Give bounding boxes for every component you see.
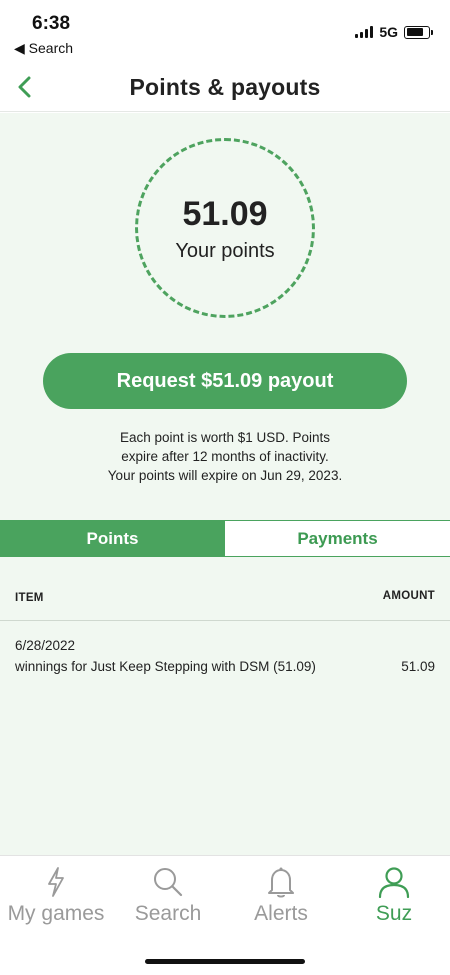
lightning-icon — [0, 864, 112, 900]
nav-item-my-games[interactable]: My games — [0, 864, 112, 926]
info-line: expire after 12 months of inactivity. — [121, 449, 329, 464]
main-content: 51.09 Your points Request $51.09 payout … — [0, 113, 450, 855]
home-indicator[interactable] — [145, 959, 305, 964]
bell-icon — [225, 864, 337, 900]
user-icon — [338, 864, 450, 900]
search-icon — [112, 864, 224, 900]
signal-icon — [355, 26, 374, 38]
table-row[interactable]: 6/28/2022 winnings for Just Keep Steppin… — [0, 635, 450, 683]
nav-label: My games — [7, 902, 105, 925]
points-caption: Your points — [175, 240, 275, 262]
points-info: Each point is worth $1 USD. Points expir… — [40, 428, 410, 485]
network-label: 5G — [379, 24, 398, 40]
back-to-search-link[interactable]: ◀ Search — [14, 40, 73, 57]
nav-item-profile[interactable]: Suz — [338, 864, 450, 926]
points-payouts-screen: 6:38 ◀ Search 5G Points & payouts 51.09 … — [0, 0, 450, 975]
tab-points[interactable]: Points — [0, 521, 225, 556]
column-header-amount: AMOUNT — [382, 590, 435, 602]
nav-header: Points & payouts — [0, 64, 450, 112]
request-payout-button[interactable]: Request $51.09 payout — [43, 353, 407, 409]
status-time: 6:38 — [32, 13, 71, 34]
info-line: Each point is worth $1 USD. Points — [119, 430, 331, 445]
bottom-tab-bar: My games Search Alerts Suz — [0, 855, 450, 975]
column-header-item: ITEM — [15, 592, 44, 604]
nav-item-search[interactable]: Search — [112, 864, 224, 926]
info-line: Your points will expire on Jun 29, 2023. — [107, 468, 343, 483]
points-value: 51.09 — [182, 195, 268, 233]
row-description: winnings for Just Keep Stepping with DSM… — [15, 659, 316, 674]
tabs: Points Payments — [0, 520, 450, 557]
row-date: 6/28/2022 — [15, 638, 76, 653]
battery-icon — [404, 25, 433, 39]
row-amount: 51.09 — [401, 659, 435, 674]
table-header: ITEM AMOUNT — [0, 586, 450, 621]
nav-label: Search — [134, 902, 202, 925]
tab-payments[interactable]: Payments — [225, 521, 450, 556]
nav-item-alerts[interactable]: Alerts — [225, 864, 337, 926]
nav-label: Suz — [375, 902, 413, 925]
status-indicators: 5G — [355, 24, 433, 40]
nav-label: Alerts — [254, 902, 308, 925]
page-title: Points & payouts — [129, 74, 321, 100]
status-bar: 6:38 ◀ Search 5G — [0, 0, 450, 64]
